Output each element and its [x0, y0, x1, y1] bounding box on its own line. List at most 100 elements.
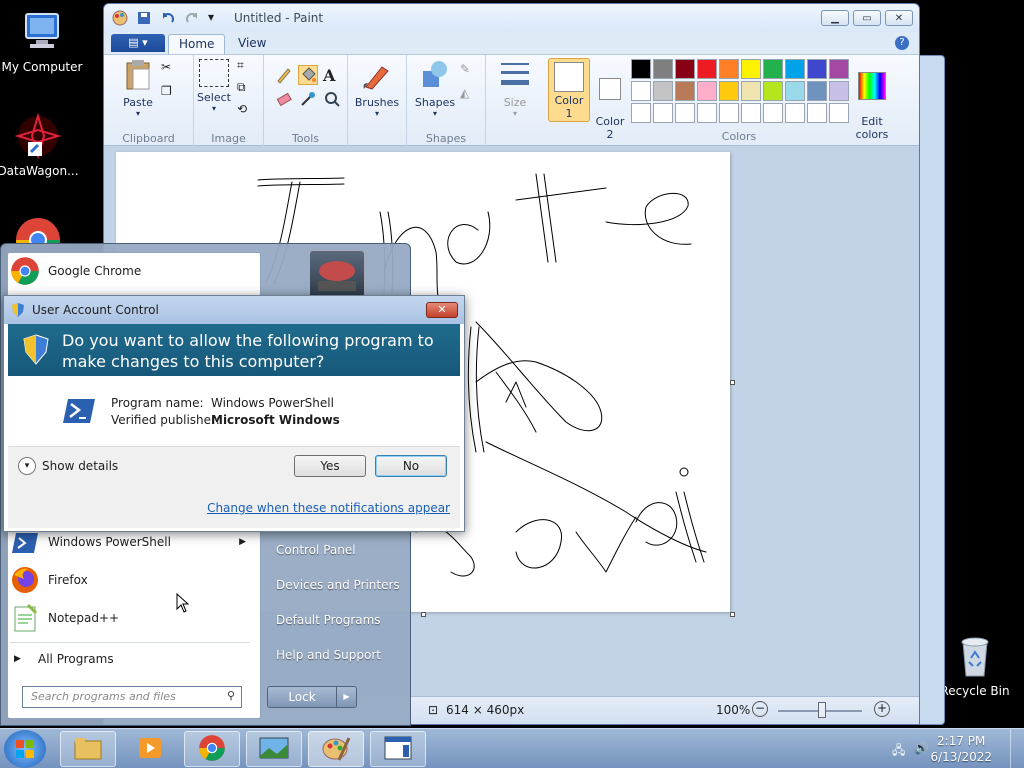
- volume-icon[interactable]: 🔊: [914, 741, 929, 755]
- resize-icon[interactable]: ⧉: [236, 79, 256, 99]
- start-right-control-panel[interactable]: Control Panel: [276, 543, 356, 557]
- start-search-input[interactable]: Search programs and files ⚲: [22, 686, 242, 708]
- show-desktop-button[interactable]: [1010, 729, 1024, 768]
- palette-swatch[interactable]: [741, 103, 761, 123]
- yes-button[interactable]: Yes: [294, 455, 366, 477]
- start-item-chrome[interactable]: Google Chrome: [10, 254, 256, 288]
- rotate-icon[interactable]: ⟲: [236, 101, 256, 121]
- show-details-toggle[interactable]: ▾ Show details: [18, 457, 118, 475]
- magnifier-icon[interactable]: [322, 89, 342, 109]
- palette-swatch[interactable]: [829, 103, 849, 123]
- palette-swatch[interactable]: [675, 59, 695, 79]
- palette-swatch[interactable]: [763, 103, 783, 123]
- palette-swatch[interactable]: [741, 59, 761, 79]
- palette-swatch[interactable]: [763, 59, 783, 79]
- eraser-icon[interactable]: [274, 89, 294, 109]
- palette-swatch[interactable]: [675, 103, 695, 123]
- paint-menu-button[interactable]: ▤ ▾: [111, 34, 165, 52]
- shutdown-options-icon[interactable]: ▶: [336, 687, 356, 707]
- start-right-default-programs[interactable]: Default Programs: [276, 613, 381, 627]
- color-1-button[interactable]: Color 1: [548, 58, 590, 122]
- canvas-resize-handle-corner[interactable]: [730, 612, 735, 617]
- help-icon[interactable]: ?: [895, 36, 909, 50]
- customize-toolbar-icon[interactable]: ▾: [208, 10, 218, 26]
- palette-swatch[interactable]: [785, 103, 805, 123]
- palette-swatch[interactable]: [719, 103, 739, 123]
- select-button[interactable]: Select ▾: [196, 59, 232, 113]
- palette-swatch[interactable]: [653, 81, 673, 101]
- lock-button[interactable]: Lock ▶: [267, 686, 357, 708]
- palette-swatch[interactable]: [763, 81, 783, 101]
- palette-swatch[interactable]: [697, 81, 717, 101]
- palette-swatch[interactable]: [807, 103, 827, 123]
- network-icon[interactable]: 🖧: [892, 741, 905, 762]
- zoom-in-button[interactable]: +: [874, 701, 890, 717]
- palette-swatch[interactable]: [631, 81, 651, 101]
- notification-settings-link[interactable]: Change when these notifications appear: [207, 501, 450, 515]
- palette-swatch[interactable]: [631, 103, 651, 123]
- palette-swatch[interactable]: [785, 59, 805, 79]
- taskbar-uac-app[interactable]: [370, 731, 426, 767]
- palette-swatch[interactable]: [653, 103, 673, 123]
- edit-colors-button[interactable]: Edit colors: [852, 59, 892, 141]
- shapes-button[interactable]: Shapes ▾: [413, 59, 457, 118]
- system-clock[interactable]: 2:17 PM 6/13/2022: [930, 733, 992, 765]
- text-icon[interactable]: A: [322, 65, 342, 85]
- start-item-notepadpp[interactable]: Notepad++: [10, 601, 256, 635]
- pencil-icon[interactable]: [274, 65, 294, 85]
- taskbar-explorer[interactable]: [60, 731, 116, 767]
- taskbar-photos[interactable]: [246, 731, 302, 767]
- no-button[interactable]: No: [375, 455, 447, 477]
- palette-swatch[interactable]: [807, 81, 827, 101]
- fill-icon[interactable]: [298, 65, 318, 85]
- close-button[interactable]: ✕: [885, 10, 913, 26]
- palette-swatch[interactable]: [631, 59, 651, 79]
- minimize-button[interactable]: ▁: [821, 10, 849, 26]
- palette-swatch[interactable]: [697, 59, 717, 79]
- palette-swatch[interactable]: [675, 81, 695, 101]
- palette-swatch[interactable]: [829, 59, 849, 79]
- palette-swatch[interactable]: [719, 59, 739, 79]
- crop-icon[interactable]: ⌗: [236, 57, 256, 77]
- paste-button[interactable]: Paste ▾: [118, 59, 158, 118]
- start-right-help-support[interactable]: Help and Support: [276, 648, 381, 662]
- palette-swatch[interactable]: [653, 59, 673, 79]
- start-button[interactable]: [4, 730, 46, 768]
- all-programs-button[interactable]: ▶ All Programs: [14, 642, 260, 676]
- palette-swatch[interactable]: [719, 81, 739, 101]
- palette-swatch[interactable]: [741, 81, 761, 101]
- desktop-icon-my-computer[interactable]: My Computer: [0, 8, 84, 74]
- palette-swatch[interactable]: [697, 103, 717, 123]
- maximize-button[interactable]: ▭: [853, 10, 881, 26]
- palette-swatch[interactable]: [785, 81, 805, 101]
- fill-shape-icon[interactable]: ◭: [459, 85, 479, 105]
- uac-close-button[interactable]: ✕: [426, 302, 458, 318]
- taskbar-chrome[interactable]: [184, 731, 240, 767]
- chrome-desktop-icon[interactable]: [14, 216, 62, 244]
- start-item-firefox[interactable]: Firefox: [10, 563, 256, 597]
- brushes-button[interactable]: Brushes ▾: [352, 59, 402, 118]
- taskbar-media-player[interactable]: [122, 731, 178, 767]
- desktop-icon-recycle-bin[interactable]: Recycle Bin: [933, 632, 1017, 698]
- zoom-out-button[interactable]: −: [752, 701, 768, 717]
- taskbar: 🖧 🔊 2:17 PM 6/13/2022: [0, 728, 1024, 768]
- tab-view[interactable]: View: [228, 34, 276, 54]
- palette-swatch[interactable]: [829, 81, 849, 101]
- taskbar-paint[interactable]: [308, 731, 364, 767]
- canvas-resize-handle-right[interactable]: [730, 380, 735, 385]
- copy-icon[interactable]: ❐: [160, 83, 180, 103]
- redo-icon[interactable]: [184, 10, 200, 26]
- canvas-resize-handle-bottom[interactable]: [421, 612, 426, 617]
- desktop-icon-datawagon[interactable]: DataWagon...: [0, 112, 80, 178]
- outline-icon[interactable]: ✎: [459, 61, 479, 81]
- color-picker-icon[interactable]: [298, 89, 318, 109]
- tab-home[interactable]: Home: [168, 34, 226, 54]
- undo-icon[interactable]: [160, 10, 176, 26]
- cut-icon[interactable]: ✂: [160, 59, 180, 79]
- color-2-button[interactable]: Color 2: [592, 63, 628, 141]
- size-button[interactable]: Size ▾: [496, 59, 534, 118]
- start-right-devices-printers[interactable]: Devices and Printers: [276, 578, 400, 592]
- palette-swatch[interactable]: [807, 59, 827, 79]
- zoom-slider-thumb[interactable]: [818, 702, 826, 718]
- save-icon[interactable]: [136, 10, 152, 26]
